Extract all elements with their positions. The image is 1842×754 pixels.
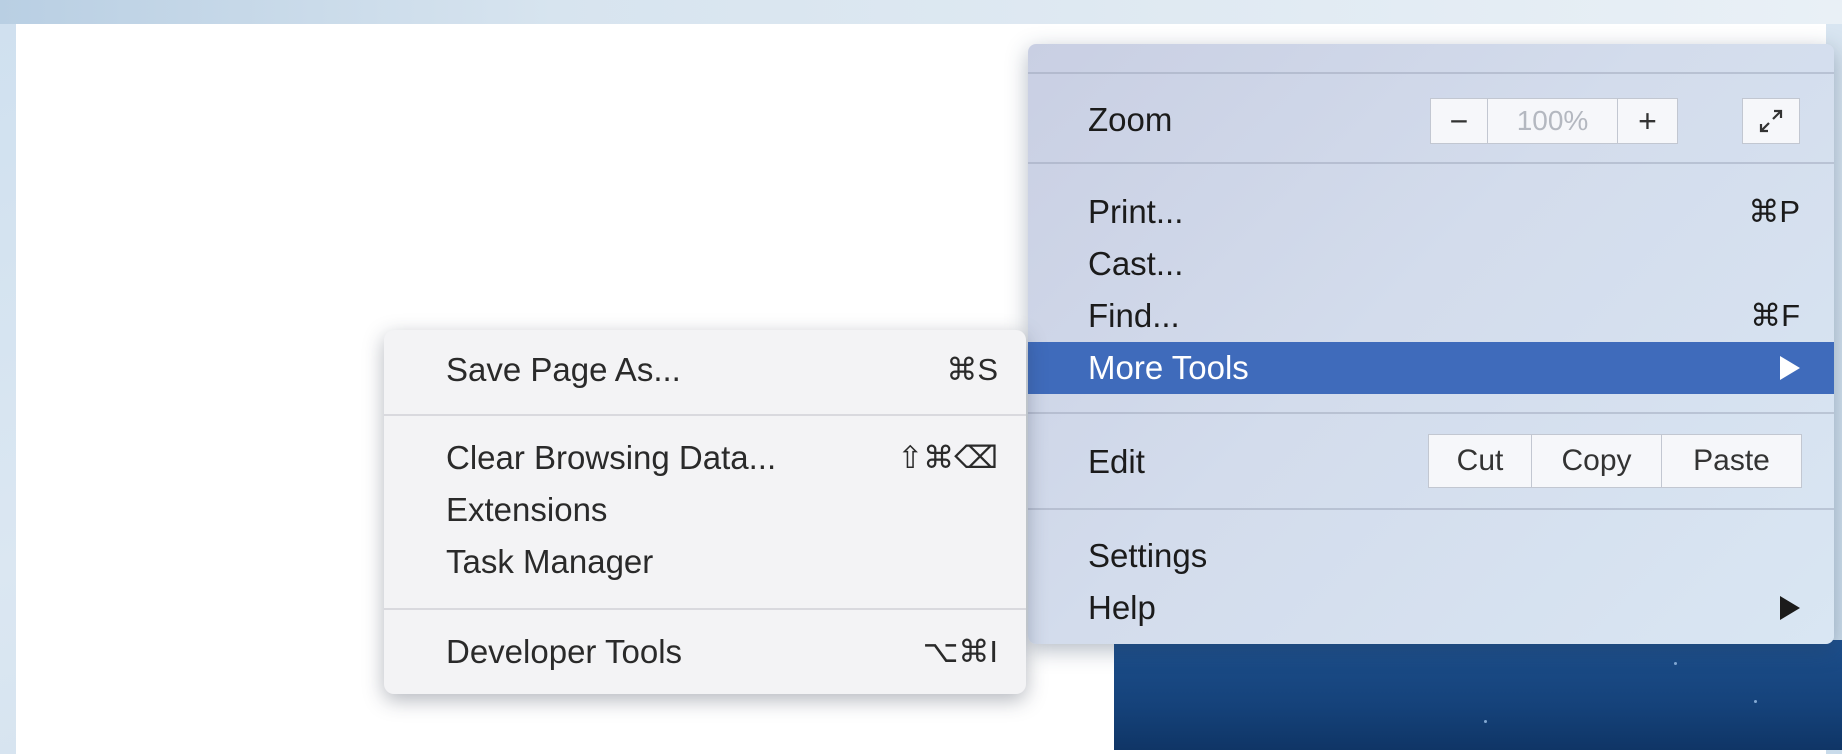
menu-item-cast[interactable]: Cast... xyxy=(1028,238,1834,290)
menu-item-more-tools[interactable]: More Tools xyxy=(1028,342,1834,394)
desktop-wallpaper xyxy=(1114,640,1842,750)
zoom-label: Zoom xyxy=(1088,101,1173,138)
menu-item-settings[interactable]: Settings xyxy=(1028,530,1834,582)
window-top-strip xyxy=(0,0,1842,24)
menu-separator xyxy=(384,414,1026,416)
more-tools-submenu: Save Page As... ⌘S Clear Browsing Data..… xyxy=(384,330,1026,694)
browser-main-menu: Zoom − 100% + Print... ⌘P Cast... Find..… xyxy=(1028,44,1834,644)
menu-separator xyxy=(1028,72,1834,74)
menu-item-label: Clear Browsing Data... xyxy=(446,439,777,476)
menu-item-find[interactable]: Find... ⌘F xyxy=(1028,290,1834,342)
menu-item-task-manager[interactable]: Task Manager xyxy=(384,536,1026,588)
menu-item-label: Developer Tools xyxy=(446,633,683,670)
menu-item-label: Settings xyxy=(1088,537,1208,574)
menu-item-shortcut: ⌥⌘I xyxy=(922,634,998,669)
menu-item-help[interactable]: Help xyxy=(1028,582,1834,634)
zoom-in-button[interactable]: + xyxy=(1618,98,1678,144)
fullscreen-button[interactable] xyxy=(1742,98,1800,144)
menu-item-extensions[interactable]: Extensions xyxy=(384,484,1026,536)
menu-separator xyxy=(1028,412,1834,414)
wallpaper-star xyxy=(1754,700,1757,703)
menu-separator xyxy=(1028,508,1834,510)
cut-button[interactable]: Cut xyxy=(1428,434,1532,488)
edit-controls: Cut Copy Paste xyxy=(1428,434,1802,488)
menu-item-label: Task Manager xyxy=(446,543,654,580)
zoom-level: 100% xyxy=(1488,98,1618,144)
menu-item-save-page-as[interactable]: Save Page As... ⌘S xyxy=(384,344,1026,396)
wallpaper-star xyxy=(1674,662,1677,665)
menu-item-developer-tools[interactable]: Developer Tools ⌥⌘I xyxy=(384,626,1026,678)
submenu-arrow-icon xyxy=(1780,596,1800,620)
copy-button[interactable]: Copy xyxy=(1532,434,1662,488)
menu-item-label: Help xyxy=(1088,589,1156,626)
menu-item-shortcut: ⌘P xyxy=(1748,194,1800,229)
menu-item-clear-browsing-data[interactable]: Clear Browsing Data... ⇧⌘⌫ xyxy=(384,432,1026,484)
submenu-arrow-icon xyxy=(1780,356,1800,380)
menu-item-label: Save Page As... xyxy=(446,351,681,388)
zoom-controls: − 100% + xyxy=(1430,98,1678,144)
menu-item-label: Cast... xyxy=(1088,245,1184,282)
menu-item-label: Extensions xyxy=(446,491,608,528)
menu-item-print[interactable]: Print... ⌘P xyxy=(1028,186,1834,238)
menu-item-label: Find... xyxy=(1088,297,1180,334)
wallpaper-star xyxy=(1484,720,1487,723)
menu-item-label: Print... xyxy=(1088,193,1184,230)
menu-separator xyxy=(1028,162,1834,164)
menu-item-shortcut: ⌘F xyxy=(1750,298,1800,333)
menu-item-shortcut: ⌘S xyxy=(946,352,998,387)
menu-item-label: More Tools xyxy=(1088,349,1249,386)
menu-item-shortcut: ⇧⌘⌫ xyxy=(897,440,998,475)
fullscreen-icon xyxy=(1759,109,1783,133)
menu-separator xyxy=(384,608,1026,610)
zoom-out-button[interactable]: − xyxy=(1430,98,1488,144)
paste-button[interactable]: Paste xyxy=(1662,434,1802,488)
edit-label: Edit xyxy=(1088,443,1145,480)
